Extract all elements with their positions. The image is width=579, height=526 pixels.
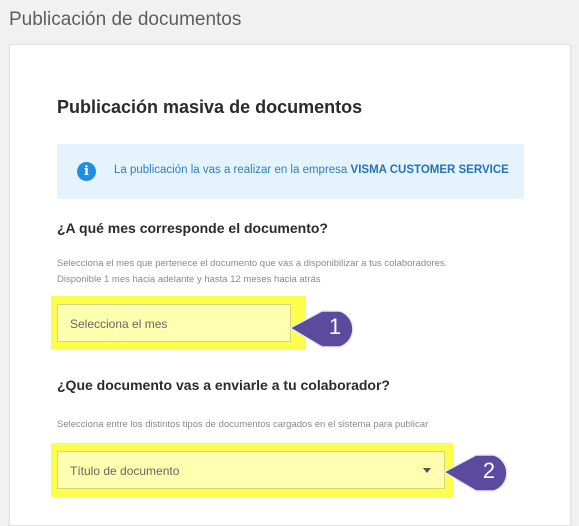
month-question: ¿A qué mes corresponde el documento? — [57, 220, 328, 236]
month-helper-text: Selecciona el mes que pertenece el docum… — [57, 256, 447, 288]
document-question: ¿Que documento vas a enviarle a tu colab… — [57, 377, 390, 393]
company-info-banner: i La publicación la vas a realizar en la… — [57, 144, 524, 199]
callout-label-2: 2 — [482, 458, 496, 483]
card-title: Publicación masiva de documentos — [57, 97, 363, 117]
month-field-placeholder: Selecciona el mes — [70, 317, 168, 331]
document-helper-text: Selecciona entre los distintos tipos de … — [57, 419, 429, 430]
publication-card: Publicación masiva de documentos i La pu… — [9, 44, 571, 526]
page-title: Publicación de documentos — [9, 9, 242, 30]
document-field-placeholder: Título de documento — [70, 464, 180, 478]
month-helper-line-1: Selecciona el mes que pertenece el docum… — [57, 258, 448, 269]
month-select-field[interactable]: Selecciona el mes — [57, 304, 291, 342]
callout-badge-1: 1 — [288, 307, 368, 356]
callout-label-1: 1 — [328, 314, 342, 339]
month-helper-line-2: Disponible 1 mes hacia adelante y hasta … — [57, 274, 321, 285]
info-message: La publicación la vas a realizar en la e… — [114, 164, 351, 176]
document-title-select[interactable]: Título de documento — [57, 451, 445, 489]
company-name: VISMA CUSTOMER SERVICE — [350, 164, 509, 176]
info-text: La publicación la vas a realizar en la e… — [114, 164, 509, 176]
chevron-down-icon[interactable] — [423, 468, 431, 473]
info-icon: i — [77, 162, 96, 181]
callout-badge-2: 2 — [442, 451, 522, 500]
